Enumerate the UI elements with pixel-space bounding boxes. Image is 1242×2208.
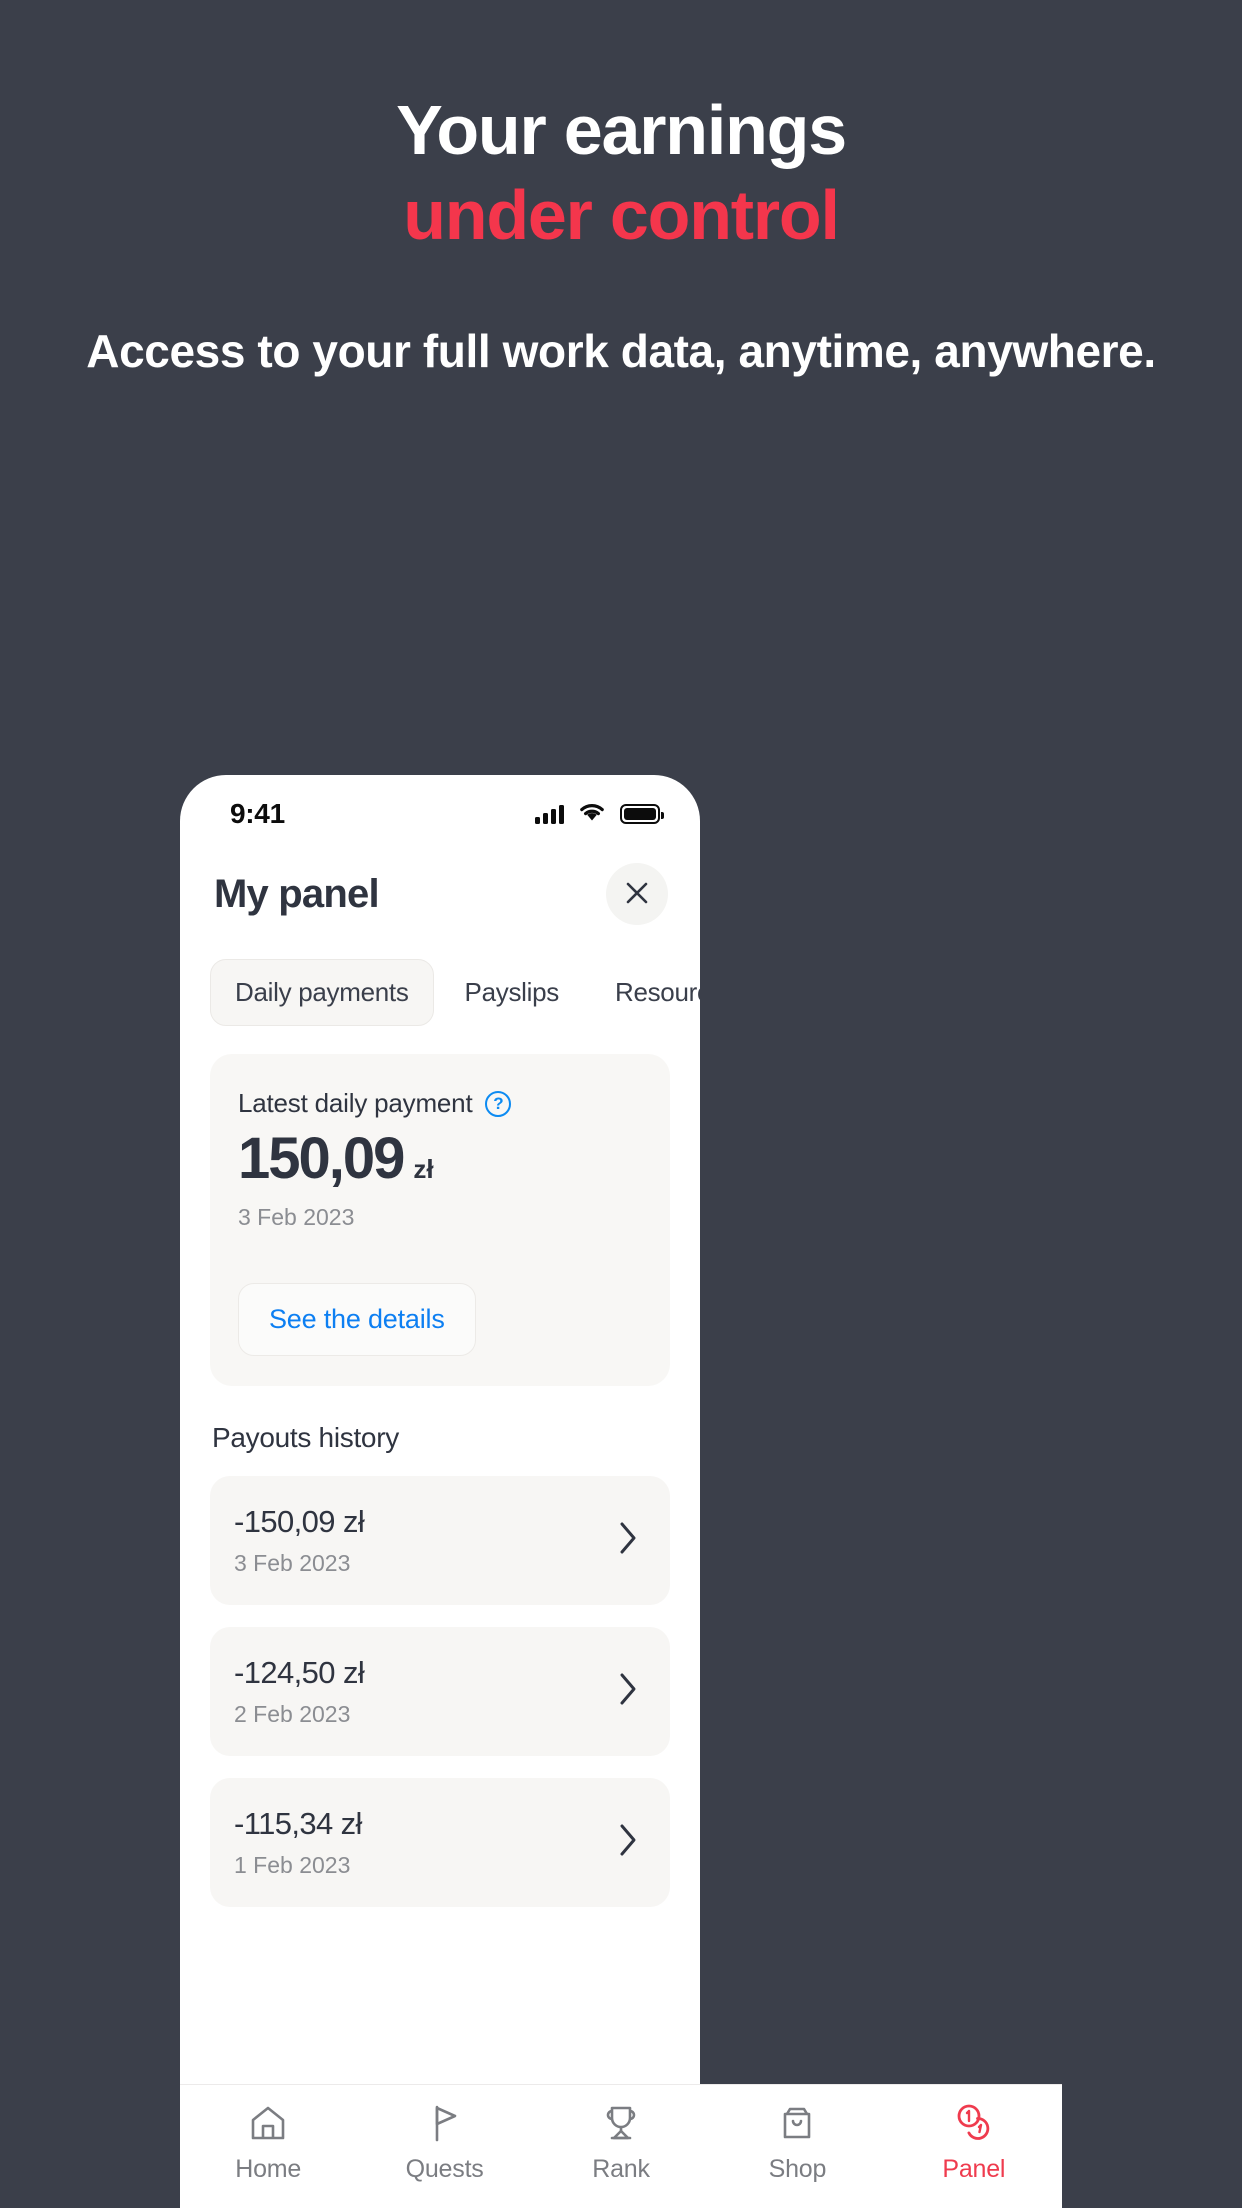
trophy-icon	[600, 2101, 642, 2145]
flag-icon	[424, 2101, 466, 2145]
chevron-right-icon	[618, 1672, 644, 1712]
nav-item-quests[interactable]: Quests	[356, 2101, 532, 2184]
close-icon	[624, 880, 650, 909]
bottom-navigation-bar: Home Quests Rank Shop Panel	[180, 2084, 1062, 2208]
tab-daily-payments[interactable]: Daily payments	[210, 959, 434, 1026]
status-bar: 9:41	[180, 775, 700, 839]
latest-payment-date: 3 Feb 2023	[238, 1204, 355, 1230]
coins-icon	[952, 2101, 996, 2145]
payout-text-group: -124,50 zł 2 Feb 2023	[234, 1655, 365, 1728]
tab-payslips[interactable]: Payslips	[440, 959, 584, 1026]
payout-text-group: -150,09 zł 3 Feb 2023	[234, 1504, 365, 1577]
table-row[interactable]: -150,09 zł 3 Feb 2023	[210, 1476, 670, 1605]
promo-header: Your earnings under control Access to yo…	[0, 0, 1242, 382]
latest-payment-amount: 150,09	[238, 1126, 405, 1191]
promo-headline-line2: under control	[403, 176, 840, 255]
tab-resources[interactable]: Resources	[590, 959, 700, 1026]
latest-payment-card: Latest daily payment ? 150,09 zł 3 Feb 2…	[210, 1054, 670, 1386]
nav-label: Panel	[942, 2155, 1006, 2183]
background-mask	[700, 775, 1242, 2208]
status-bar-icons	[535, 802, 664, 827]
payout-text-group: -115,34 zł 1 Feb 2023	[234, 1806, 362, 1879]
home-icon	[247, 2101, 289, 2145]
nav-label: Shop	[768, 2155, 827, 2183]
phone-mockup: 9:41 My panel Daily payments Payslips Re…	[180, 775, 700, 2208]
tab-bar: Daily payments Payslips Resources	[180, 925, 700, 1026]
signal-bars-icon	[535, 804, 564, 824]
see-the-details-button[interactable]: See the details	[238, 1283, 476, 1356]
table-row[interactable]: -124,50 zł 2 Feb 2023	[210, 1627, 670, 1756]
nav-label: Home	[235, 2155, 302, 2183]
latest-payment-currency: zł	[413, 1154, 434, 1184]
latest-payment-amount-row: 150,09 zł	[238, 1125, 642, 1192]
nav-item-rank[interactable]: Rank	[533, 2101, 709, 2184]
nav-item-home[interactable]: Home	[180, 2101, 356, 2184]
close-button[interactable]	[606, 863, 668, 925]
latest-payment-title-row: Latest daily payment ?	[238, 1088, 642, 1119]
payout-amount: -124,50 zł	[234, 1655, 365, 1690]
status-bar-time: 9:41	[230, 798, 285, 829]
nav-label: Rank	[592, 2155, 650, 2183]
payout-date: 2 Feb 2023	[234, 1701, 351, 1727]
question-mark-icon[interactable]: ?	[485, 1090, 512, 1117]
latest-payment-title: Latest daily payment	[238, 1088, 473, 1118]
payout-amount: -115,34 zł	[234, 1806, 362, 1841]
nav-item-panel[interactable]: Panel	[886, 2101, 1062, 2184]
chevron-right-icon	[618, 1823, 644, 1863]
battery-full-icon	[620, 804, 664, 824]
chevron-right-icon	[618, 1521, 644, 1561]
content-scroll-area[interactable]: Latest daily payment ? 150,09 zł 3 Feb 2…	[180, 1054, 700, 1907]
app-header: My panel	[180, 839, 700, 925]
payouts-history-title: Payouts history	[212, 1422, 399, 1453]
nav-item-shop[interactable]: Shop	[709, 2101, 885, 2184]
payout-date: 1 Feb 2023	[234, 1852, 351, 1878]
page-title: My panel	[214, 871, 380, 916]
nav-label: Quests	[405, 2155, 484, 2183]
promo-subheadline: Access to your full work data, anytime, …	[86, 324, 1156, 377]
promo-headline: Your earnings under control	[0, 88, 1242, 259]
payout-amount: -150,09 zł	[234, 1504, 365, 1539]
table-row[interactable]: -115,34 zł 1 Feb 2023	[210, 1778, 670, 1907]
payout-date: 3 Feb 2023	[234, 1550, 351, 1576]
promo-headline-line1: Your earnings	[396, 91, 847, 169]
bag-icon	[776, 2101, 818, 2145]
wifi-icon	[578, 802, 606, 827]
